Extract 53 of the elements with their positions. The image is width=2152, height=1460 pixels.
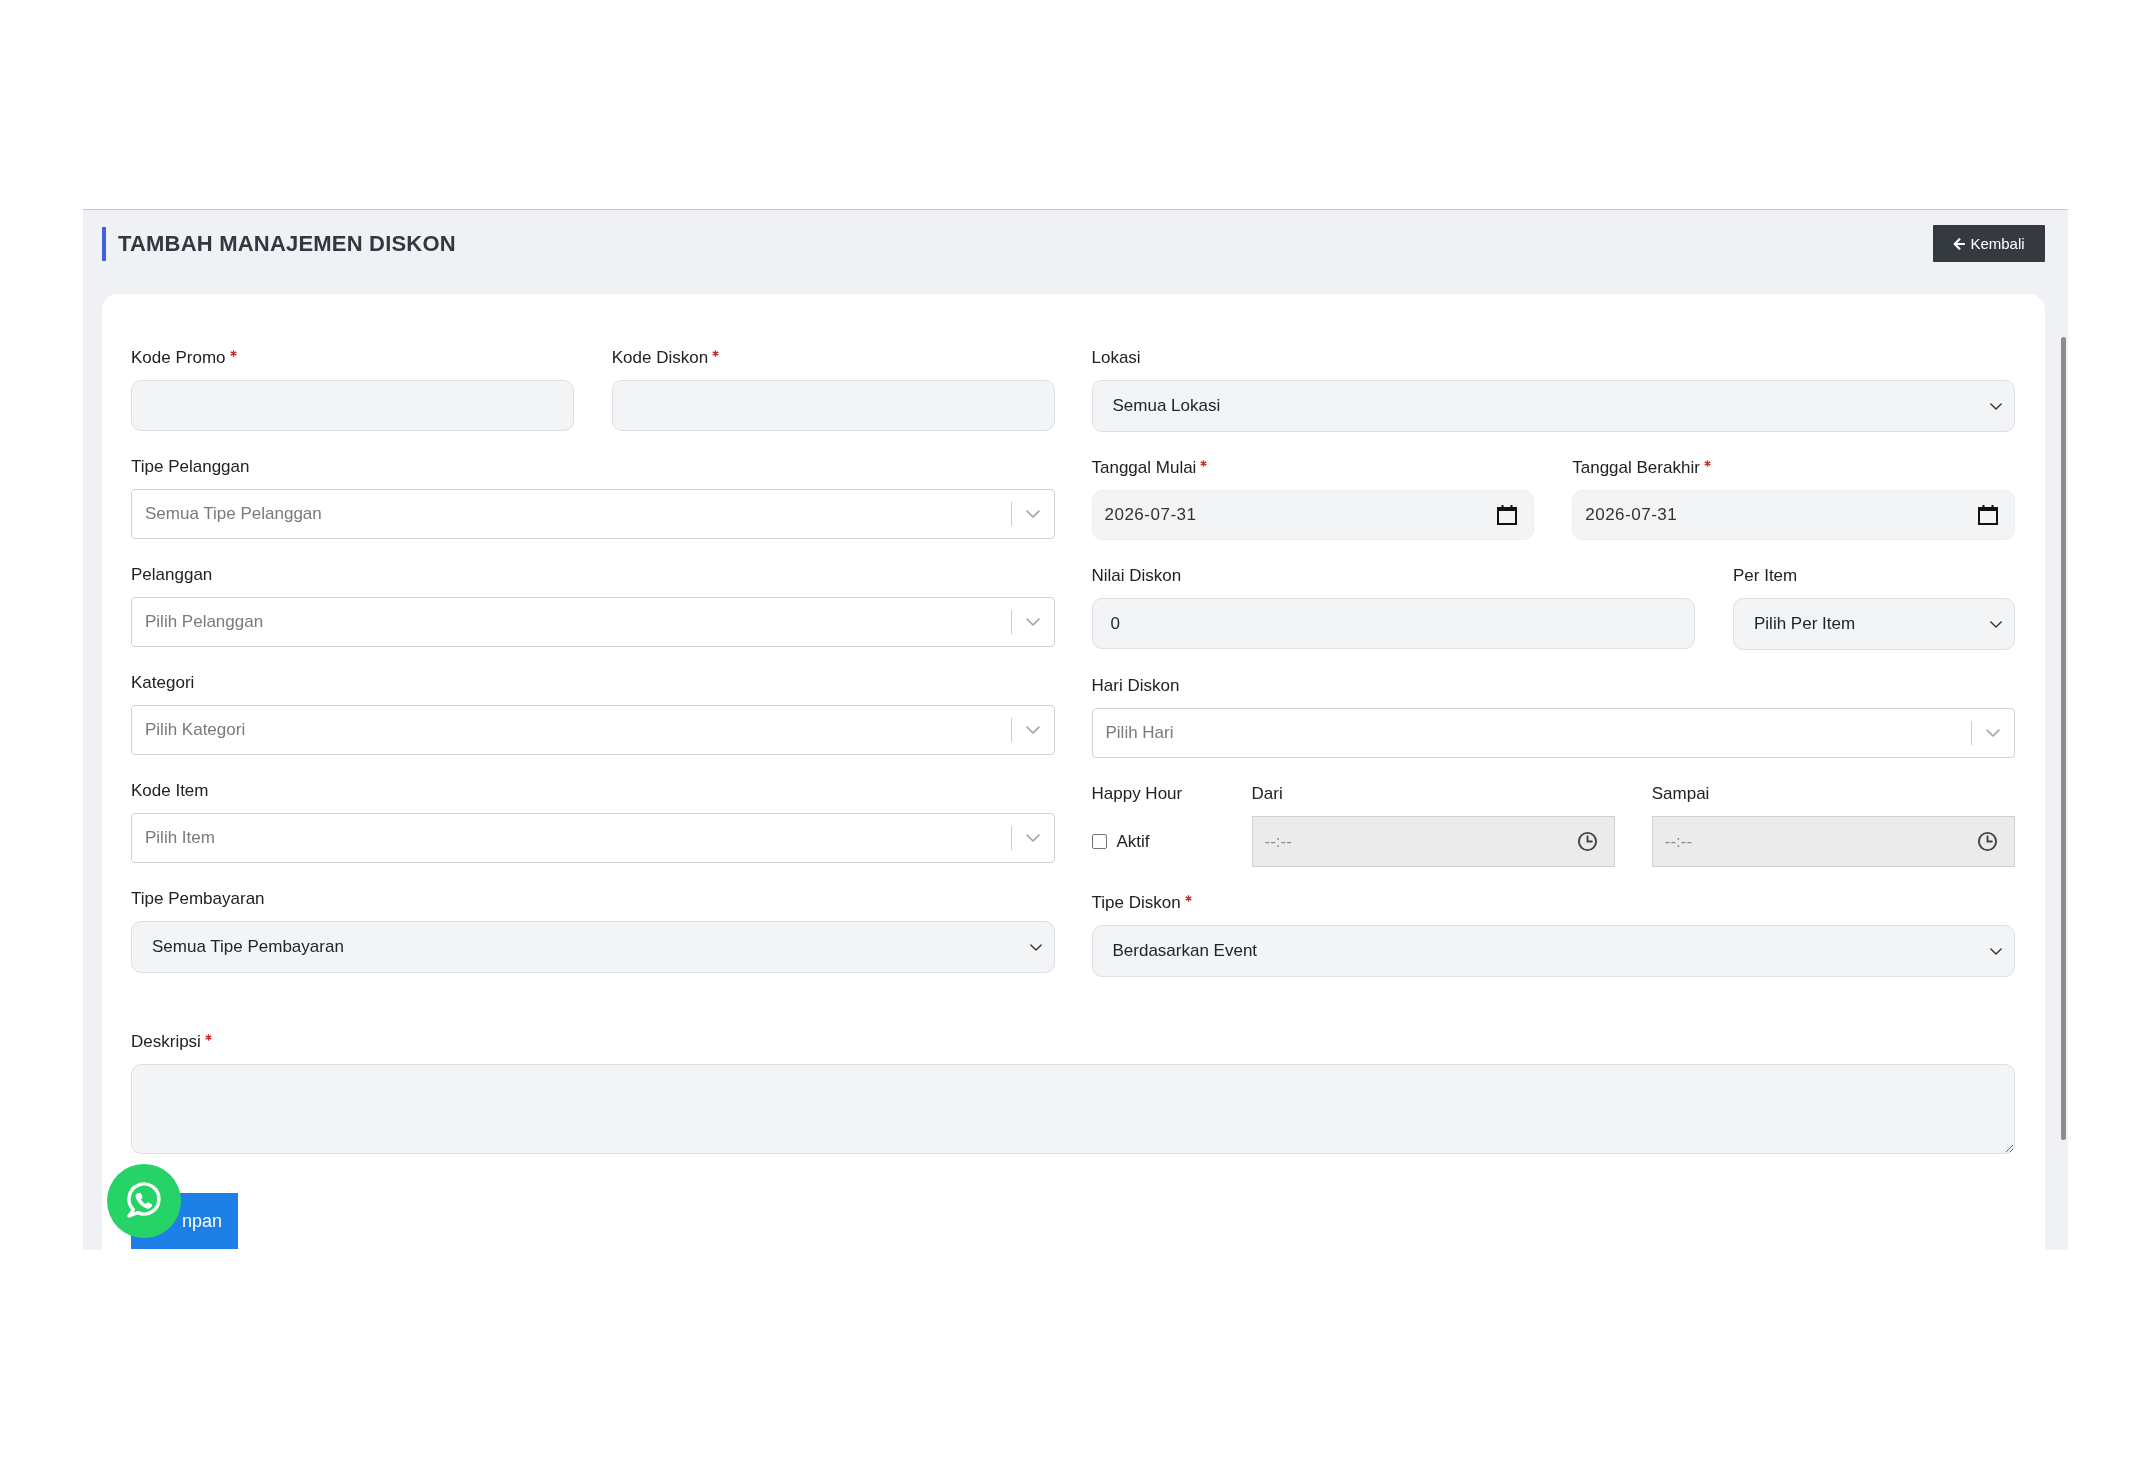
checkbox[interactable] bbox=[1091, 834, 1107, 849]
input-field[interactable] bbox=[611, 380, 1055, 431]
checkbox-label: Aktif bbox=[1116, 831, 1150, 852]
combo-box[interactable]: Pilih Item bbox=[131, 813, 1055, 863]
field-label: Pelanggan bbox=[131, 564, 213, 586]
field-label: Tanggal Berakhir bbox=[1572, 457, 1700, 479]
chevron-down-icon bbox=[1025, 834, 1040, 842]
combo-box[interactable]: Pilih Kategori bbox=[131, 705, 1055, 755]
field-label: Tanggal Mulai bbox=[1091, 457, 1197, 479]
combo-box[interactable]: Pilih Hari bbox=[1091, 708, 2015, 758]
chevron-down-icon bbox=[1990, 402, 2002, 410]
select-field[interactable]: Semua Lokasi bbox=[1091, 380, 2015, 432]
field-label: Kode Promo bbox=[131, 347, 226, 369]
chevron-down-icon bbox=[1986, 729, 2000, 737]
field-label: Dari bbox=[1251, 783, 1283, 805]
field-label: Happy Hour bbox=[1091, 783, 1183, 805]
field-label: Kode Item bbox=[131, 780, 209, 802]
chevron-down-icon bbox=[1025, 726, 1040, 734]
field-label: Sampai bbox=[1651, 783, 1710, 805]
field-label: Kode Diskon bbox=[611, 347, 709, 369]
scrollbar-thumb[interactable] bbox=[2061, 337, 2066, 1140]
calendar-icon[interactable] bbox=[1977, 504, 1999, 526]
clock-icon bbox=[1977, 831, 1998, 852]
back-button[interactable]: Kembali bbox=[1933, 225, 2045, 262]
date-field[interactable]: 2026-07-31 bbox=[1091, 490, 1535, 540]
field-label: Hari Diskon bbox=[1091, 675, 1180, 697]
combo-box[interactable]: Semua Tipe Pelanggan bbox=[131, 489, 1055, 539]
select-field[interactable]: Berdasarkan Event bbox=[1091, 925, 2015, 977]
page-title: TAMBAH MANAJEMEN DISKON bbox=[102, 226, 456, 261]
select-field[interactable]: Semua Tipe Pembayaran bbox=[131, 921, 1055, 973]
input-field[interactable] bbox=[131, 380, 574, 431]
select-field[interactable]: Pilih Per Item bbox=[1733, 598, 2015, 650]
field-label: Deskripsi bbox=[131, 1031, 201, 1053]
field-label: Tipe Diskon bbox=[1091, 892, 1181, 914]
arrow-left-icon bbox=[1953, 237, 1966, 250]
input-field[interactable]: 0 bbox=[1091, 598, 1695, 649]
chevron-down-icon bbox=[1990, 620, 2002, 628]
field-label: Lokasi bbox=[1091, 347, 1141, 369]
field-label: Nilai Diskon bbox=[1091, 565, 1182, 587]
chevron-down-icon bbox=[1029, 943, 1042, 951]
date-field[interactable]: 2026-07-31 bbox=[1572, 490, 2015, 540]
combo-box[interactable]: Pilih Pelanggan bbox=[131, 597, 1055, 647]
clock-icon bbox=[1576, 831, 1598, 852]
field-label: Tipe Pelanggan bbox=[131, 456, 250, 478]
chevron-down-icon bbox=[1025, 510, 1040, 518]
field-label: Kategori bbox=[131, 672, 195, 694]
field-label: Per Item bbox=[1733, 565, 1798, 587]
chevron-down-icon bbox=[1990, 947, 2002, 955]
field-label: Tipe Pembayaran bbox=[131, 888, 265, 910]
calendar-icon[interactable] bbox=[1496, 504, 1519, 526]
description-field[interactable] bbox=[131, 1064, 2015, 1154]
chat-bubble-phone-icon[interactable] bbox=[107, 1164, 181, 1238]
chevron-down-icon bbox=[1025, 618, 1040, 626]
